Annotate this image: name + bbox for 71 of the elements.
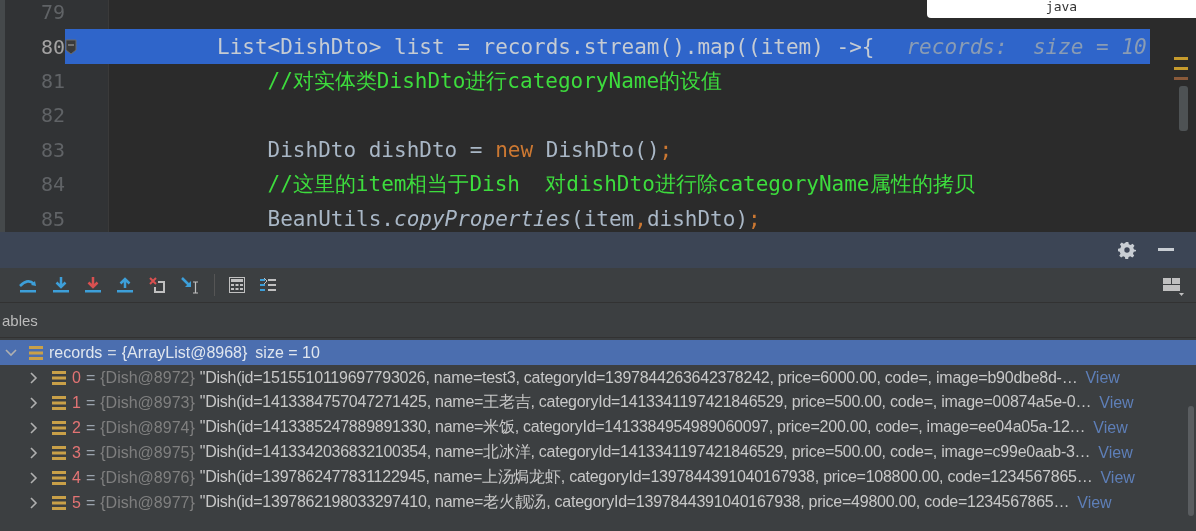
element-value: "Dish(id=1397862198033297410, name=老火靓汤, categoryId=1397844391040167938, price=49800.00, code=1234567865… <box>199 492 1070 512</box>
element-value: "Dish(id=1515510119697793026, name=test3, categoryId=1397844263642378242, price=6000.00, code=, image=b90dbe8d-… <box>199 368 1078 387</box>
view-link[interactable]: View <box>1099 393 1134 412</box>
element-value: "Dish(id=1413342036832100354, name=北冰洋, categoryId=1413341197421846529, price=500.00, code=, image=c99e0aab-3… <box>199 442 1091 462</box>
layout-icon[interactable] <box>1162 277 1184 297</box>
equals-sign: = <box>85 493 96 512</box>
fold-marker-icon[interactable] <box>65 38 77 55</box>
variables-tab[interactable]: ables <box>0 311 38 329</box>
step-into-icon[interactable] <box>52 276 70 294</box>
equals-sign: = <box>85 468 96 487</box>
view-link[interactable]: View <box>1077 493 1112 512</box>
element-type: {Dish@8972} <box>100 368 195 387</box>
equals-sign: = <box>85 443 96 462</box>
language-popup: java <box>927 0 1196 18</box>
list-icon <box>52 495 66 510</box>
code-line: //这里的item相当于Dish 对dishDto进行除categoryName属性的拷贝 <box>266 171 975 199</box>
chevron-icon[interactable] <box>28 471 40 484</box>
element-index: 2 <box>72 418 81 437</box>
view-link[interactable]: View <box>1093 418 1128 437</box>
chevron-icon[interactable] <box>28 371 40 384</box>
run-to-cursor-icon[interactable] <box>180 276 200 294</box>
stream-trace-icon[interactable] <box>259 277 277 293</box>
equals-sign: = <box>85 368 96 387</box>
element-type: {Dish@8974} <box>100 418 195 437</box>
chevron-icon[interactable] <box>28 396 40 409</box>
line-number: 80 <box>5 29 65 64</box>
list-icon <box>29 345 43 360</box>
settings-icon[interactable] <box>1118 241 1136 259</box>
element-index: 5 <box>72 493 81 512</box>
view-link[interactable]: View <box>1100 468 1135 487</box>
element-value: "Dish(id=1413384757047271425, name=王老吉, categoryId=1413341197421846529, price=500.00, code=, image=00874a5e-0… <box>199 392 1092 412</box>
scrollbar-thumb[interactable] <box>1188 406 1194 516</box>
element-index: 0 <box>72 368 81 387</box>
step-out-icon[interactable] <box>116 276 134 294</box>
drop-frame-icon[interactable] <box>148 276 166 294</box>
list-icon <box>52 420 66 435</box>
minimize-icon[interactable] <box>1158 248 1174 252</box>
element-value: "Dish(id=1397862477831122945, name=上汤焗龙虾, categoryId=1397844391040167938, price=108800.00, code=1234567865… <box>199 467 1093 487</box>
element-type: {Dish@8977} <box>100 493 195 512</box>
chevron-icon[interactable] <box>28 446 40 459</box>
chevron-icon[interactable] <box>28 421 40 434</box>
view-link[interactable]: View <box>1098 443 1133 462</box>
element-value: "Dish(id=1413385247889891330, name=米饭, categoryId=1413384954989060097, price=200.00, code=, image=ee04a05a-12… <box>199 417 1086 437</box>
variable-size: size = 10 <box>255 343 320 362</box>
list-icon <box>52 395 66 410</box>
element-type: {Dish@8975} <box>100 443 195 462</box>
force-step-into-icon[interactable] <box>84 276 102 294</box>
equals-sign: = <box>85 393 96 412</box>
error-stripe-marks <box>1174 57 1188 80</box>
code-line: BeanUtils.copyProperties(item,dishDto); <box>266 206 761 231</box>
element-type: {Dish@8973} <box>100 393 195 412</box>
scrollbar-thumb[interactable] <box>1179 86 1188 131</box>
variable-name: records <box>49 343 103 362</box>
view-link[interactable]: View <box>1085 368 1120 387</box>
element-index: 3 <box>72 443 81 462</box>
tree-row[interactable]: records = {ArrayList@8968} size = 10 <box>0 340 1196 365</box>
equals-sign: = <box>85 418 96 437</box>
list-icon <box>52 370 66 385</box>
code-line: //对实体类DishDto进行categoryName的设值 <box>266 67 723 95</box>
element-type: {Dish@8976} <box>100 468 195 487</box>
inline-value-hint: records: size = 10 <box>906 34 1147 59</box>
calculator-icon[interactable] <box>229 277 245 293</box>
element-index: 4 <box>72 468 81 487</box>
code-line: DishDto dishDto = new DishDto(); <box>266 137 673 162</box>
list-icon <box>52 470 66 485</box>
variable-type: {ArrayList@8968} <box>121 343 248 362</box>
chevron-icon[interactable] <box>28 496 40 509</box>
list-icon <box>52 445 66 460</box>
equals-sign: = <box>107 343 117 362</box>
element-index: 1 <box>72 393 81 412</box>
code-line: List<DishDto> list = records.stream().map((item) ->{ <box>216 34 875 59</box>
